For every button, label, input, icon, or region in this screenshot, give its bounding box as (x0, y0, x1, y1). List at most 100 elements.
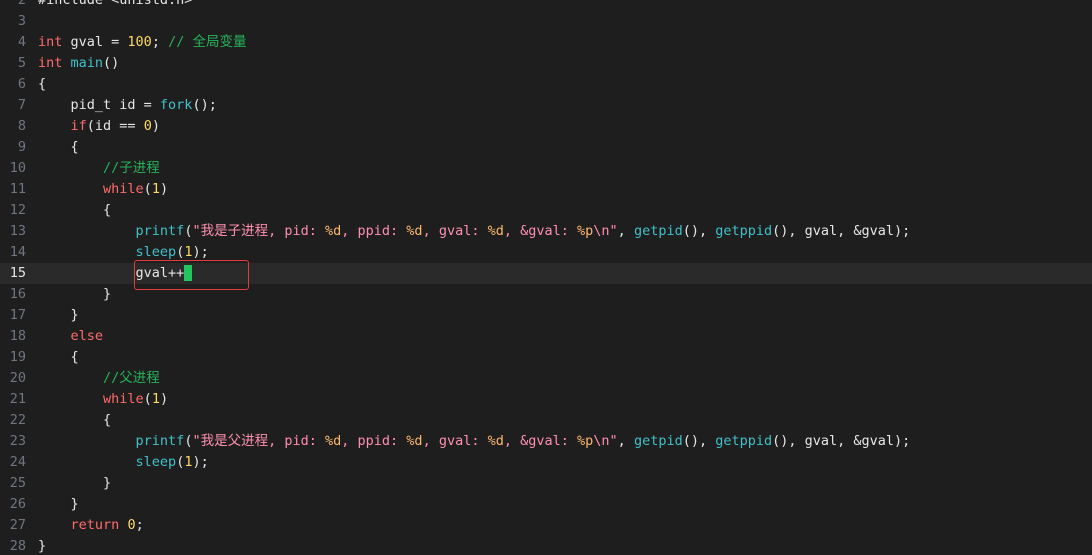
code-token: } (38, 307, 79, 323)
code-token: , ppid: (341, 433, 407, 449)
code-line[interactable]: 23 printf("我是父进程, pid: %d, ppid: %d, gva… (0, 431, 1092, 452)
code-line[interactable]: 27 return 0; (0, 515, 1092, 536)
code-token: while (103, 181, 144, 197)
line-code: return 0; (38, 515, 144, 536)
line-code: else (38, 326, 104, 347)
code-token: ); (192, 244, 209, 260)
code-token: // 全局变量 (168, 34, 247, 50)
line-code: if(id == 0) (38, 116, 160, 137)
line-number: 16 (9, 286, 26, 302)
line-number: 24 (9, 454, 26, 470)
code-line[interactable]: 7 pid_t id = fork(); (0, 95, 1092, 116)
code-token: 0 (143, 118, 152, 134)
line-code: #include <unistd.h> (38, 0, 192, 11)
code-line[interactable]: 5 int main() (0, 53, 1092, 74)
code-line[interactable]: 12 { (0, 200, 1092, 221)
code-token: { (38, 76, 47, 92)
line-code: } (38, 494, 79, 515)
line-number: 17 (9, 307, 26, 323)
line-code: printf("我是父进程, pid: %d, ppid: %d, gval: … (38, 431, 911, 452)
code-line[interactable]: 4 int gval = 100; // 全局变量 (0, 32, 1092, 53)
line-number: 22 (9, 412, 26, 428)
line-number: 23 (9, 433, 26, 449)
code-token: 1 (151, 391, 160, 407)
line-number: 7 (17, 97, 26, 113)
line-number: 27 (9, 517, 26, 533)
line-number: 6 (17, 76, 26, 92)
code-token: gval = (62, 34, 128, 50)
code-token: while (103, 391, 144, 407)
code-line[interactable]: 17 } (0, 305, 1092, 326)
code-token: sleep (135, 244, 177, 260)
code-token: %p (577, 433, 594, 449)
code-token: %d (487, 433, 504, 449)
code-token: ) (159, 181, 169, 197)
code-token: , &gval: (503, 433, 578, 449)
code-editor[interactable]: 2 #include <unistd.h> 3 4 int gval = 100; //… (0, 0, 1092, 555)
code-token: } (38, 538, 47, 554)
code-token: ); (192, 454, 209, 470)
code-token: ( (143, 181, 152, 197)
code-line[interactable]: 22 { (0, 410, 1092, 431)
code-line[interactable]: 6{ (0, 74, 1092, 95)
line-code: { (38, 347, 79, 368)
line-code: } (38, 305, 79, 326)
code-token: \n" (593, 433, 618, 449)
code-line[interactable]: 8 if(id == 0) (0, 116, 1092, 137)
code-token: { (38, 139, 79, 155)
code-token: %d (406, 433, 423, 449)
code-token: %d (487, 223, 504, 239)
line-code: { (38, 74, 46, 95)
code-token: , &gval: (503, 223, 578, 239)
code-token: ) (151, 118, 160, 134)
code-token: fork (159, 97, 193, 113)
line-number: 11 (9, 181, 26, 197)
code-token: return (70, 517, 120, 533)
code-token: (); (192, 97, 217, 113)
code-token: printf (135, 433, 185, 449)
code-line[interactable]: 18 else (0, 326, 1092, 347)
code-token: //父进程 (38, 370, 160, 386)
line-code: pid_t id = fork(); (38, 95, 217, 116)
code-token: //子进程 (38, 160, 160, 176)
code-line[interactable]: 3 (0, 11, 1092, 32)
code-line[interactable]: 24 sleep(1); (0, 452, 1092, 473)
code-token: ) (159, 391, 169, 407)
line-number: 12 (9, 202, 26, 218)
code-line[interactable]: 11 while(1) (0, 179, 1092, 200)
code-line[interactable]: 20 //父进程 (0, 368, 1092, 389)
code-token: %d (325, 223, 342, 239)
line-code: while(1) (38, 179, 168, 200)
code-line[interactable]: 19 { (0, 347, 1092, 368)
red-highlight-box (134, 260, 249, 290)
code-line[interactable]: 26 } (0, 494, 1092, 515)
code-token: , (617, 223, 634, 239)
line-number: 26 (9, 496, 26, 512)
line-number: 18 (9, 328, 26, 344)
line-code: int gval = 100; // 全局变量 (38, 32, 246, 53)
code-token: { (38, 349, 79, 365)
code-line[interactable]: 25 } (0, 473, 1092, 494)
code-line[interactable]: 10 //子进程 (0, 158, 1092, 179)
code-line[interactable]: 21 while(1) (0, 389, 1092, 410)
code-line[interactable]: 9 { (0, 137, 1092, 158)
code-line[interactable]: 13 printf("我是子进程, pid: %d, ppid: %d, gva… (0, 221, 1092, 242)
code-token: { (38, 412, 112, 428)
line-code: } (38, 473, 111, 494)
code-line[interactable]: 2 #include <unistd.h> (0, 0, 1092, 11)
code-token: , ppid: (341, 223, 407, 239)
code-token: { (38, 202, 112, 218)
line-number: 5 (17, 55, 26, 71)
code-token: pid_t id = (38, 97, 160, 113)
line-code: int main() (38, 53, 119, 74)
line-code: while(1) (38, 389, 168, 410)
code-token: () (103, 55, 120, 71)
code-line[interactable]: 28} (0, 536, 1092, 555)
code-token: getppid (715, 433, 773, 449)
line-number: 15 (9, 265, 26, 281)
